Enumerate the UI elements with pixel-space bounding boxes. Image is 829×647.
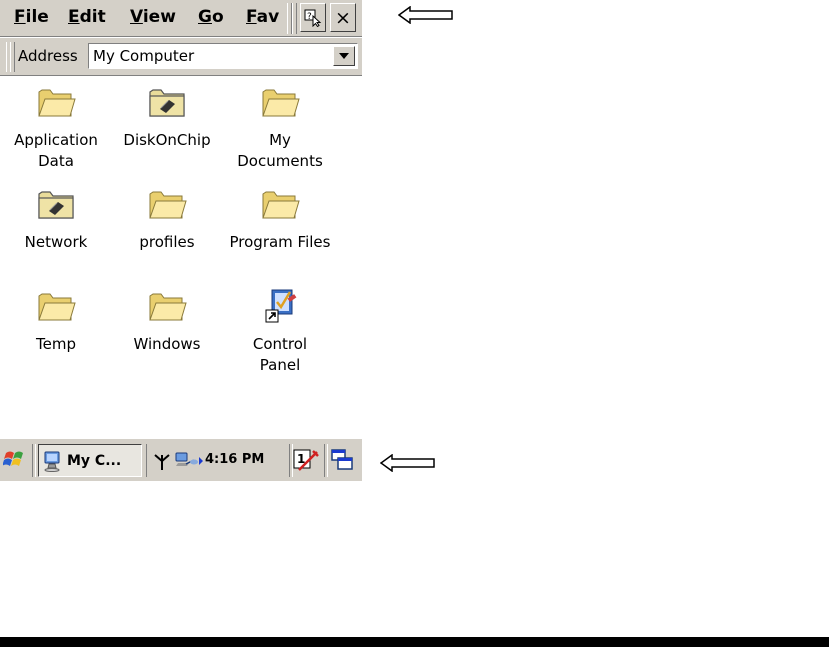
address-input[interactable]: My Computer: [88, 43, 358, 69]
item-label: Program Files: [229, 233, 331, 251]
list-item-diskonchip[interactable]: DiskOnChip: [108, 82, 226, 151]
chevron-down-icon: [339, 53, 349, 59]
folder-icon: [262, 191, 300, 219]
network-folder-icon: [38, 191, 74, 219]
menu-file[interactable]: File: [14, 7, 49, 27]
list-item-network[interactable]: Network: [0, 184, 115, 253]
my-computer-icon: [44, 451, 60, 472]
list-item-temp[interactable]: Temp: [0, 286, 115, 355]
whats-this-button[interactable]: ?: [300, 3, 326, 32]
list-item-windows[interactable]: Windows: [108, 286, 226, 355]
task-button-label: My C...: [67, 452, 122, 469]
menu-view[interactable]: View: [130, 7, 176, 27]
folder-icon: [38, 89, 76, 117]
signal-antenna-icon[interactable]: [153, 451, 171, 471]
annotation-arrow-menubar: [398, 6, 453, 24]
folder-icon: [149, 191, 187, 219]
item-label: DiskOnChip: [123, 131, 211, 149]
list-item-my-documents[interactable]: My Documents: [221, 82, 339, 172]
item-label: Application Data: [14, 131, 98, 170]
taskbar-separator: [324, 444, 328, 477]
close-button[interactable]: ×: [330, 3, 356, 32]
control-panel-shortcut-icon: [265, 289, 297, 323]
close-icon: ×: [335, 6, 351, 29]
page-divider: [0, 637, 829, 647]
start-button[interactable]: [3, 447, 29, 473]
annotation-arrow-taskbar: [380, 454, 435, 472]
taskbar: My C... 4:16 PM 1: [0, 438, 362, 481]
explorer-window: File Edit View Go Fav ? × Address My Com…: [0, 0, 362, 481]
switch-windows-icon[interactable]: [330, 448, 354, 472]
task-button-my-computer[interactable]: My C...: [38, 444, 142, 477]
help-pointer-icon: ?: [304, 9, 322, 27]
folder-icon: [262, 89, 300, 117]
menu-favorites[interactable]: Fav: [246, 7, 280, 27]
item-label: Windows: [133, 335, 201, 353]
item-label: profiles: [139, 233, 195, 251]
address-value[interactable]: My Computer: [93, 47, 194, 65]
storage-folder-icon: [149, 89, 185, 117]
svg-text:?: ?: [307, 12, 312, 22]
network-connection-icon[interactable]: [175, 451, 203, 471]
item-label: My Documents: [237, 131, 323, 170]
list-item-application-data[interactable]: Application Data: [0, 82, 115, 172]
list-item-profiles[interactable]: profiles: [108, 184, 226, 253]
taskbar-separator: [32, 444, 36, 477]
list-item-control-panel[interactable]: Control Panel: [221, 286, 339, 376]
address-grip-2[interactable]: [10, 42, 15, 72]
system-tray: 4:16 PM: [146, 444, 289, 477]
folder-icon: [149, 293, 187, 321]
menu-bar: File Edit View Go Fav ? ×: [0, 0, 362, 37]
item-label: Temp: [36, 335, 76, 353]
address-label: Address: [18, 47, 78, 65]
list-item-program-files[interactable]: Program Files: [221, 184, 339, 253]
folder-icon: [38, 293, 76, 321]
menu-edit[interactable]: Edit: [68, 7, 106, 27]
input-panel-icon[interactable]: 1: [293, 448, 319, 472]
address-dropdown-button[interactable]: [333, 46, 355, 66]
item-label: Network: [24, 233, 88, 251]
toolbar-grip-2[interactable]: [292, 3, 297, 34]
menu-go[interactable]: Go: [198, 7, 224, 27]
clock[interactable]: 4:16 PM: [205, 452, 264, 467]
item-label: Control Panel: [252, 335, 308, 374]
address-bar: Address My Computer: [0, 38, 362, 76]
file-list: Application Data DiskOnChip My Documents: [0, 76, 362, 438]
